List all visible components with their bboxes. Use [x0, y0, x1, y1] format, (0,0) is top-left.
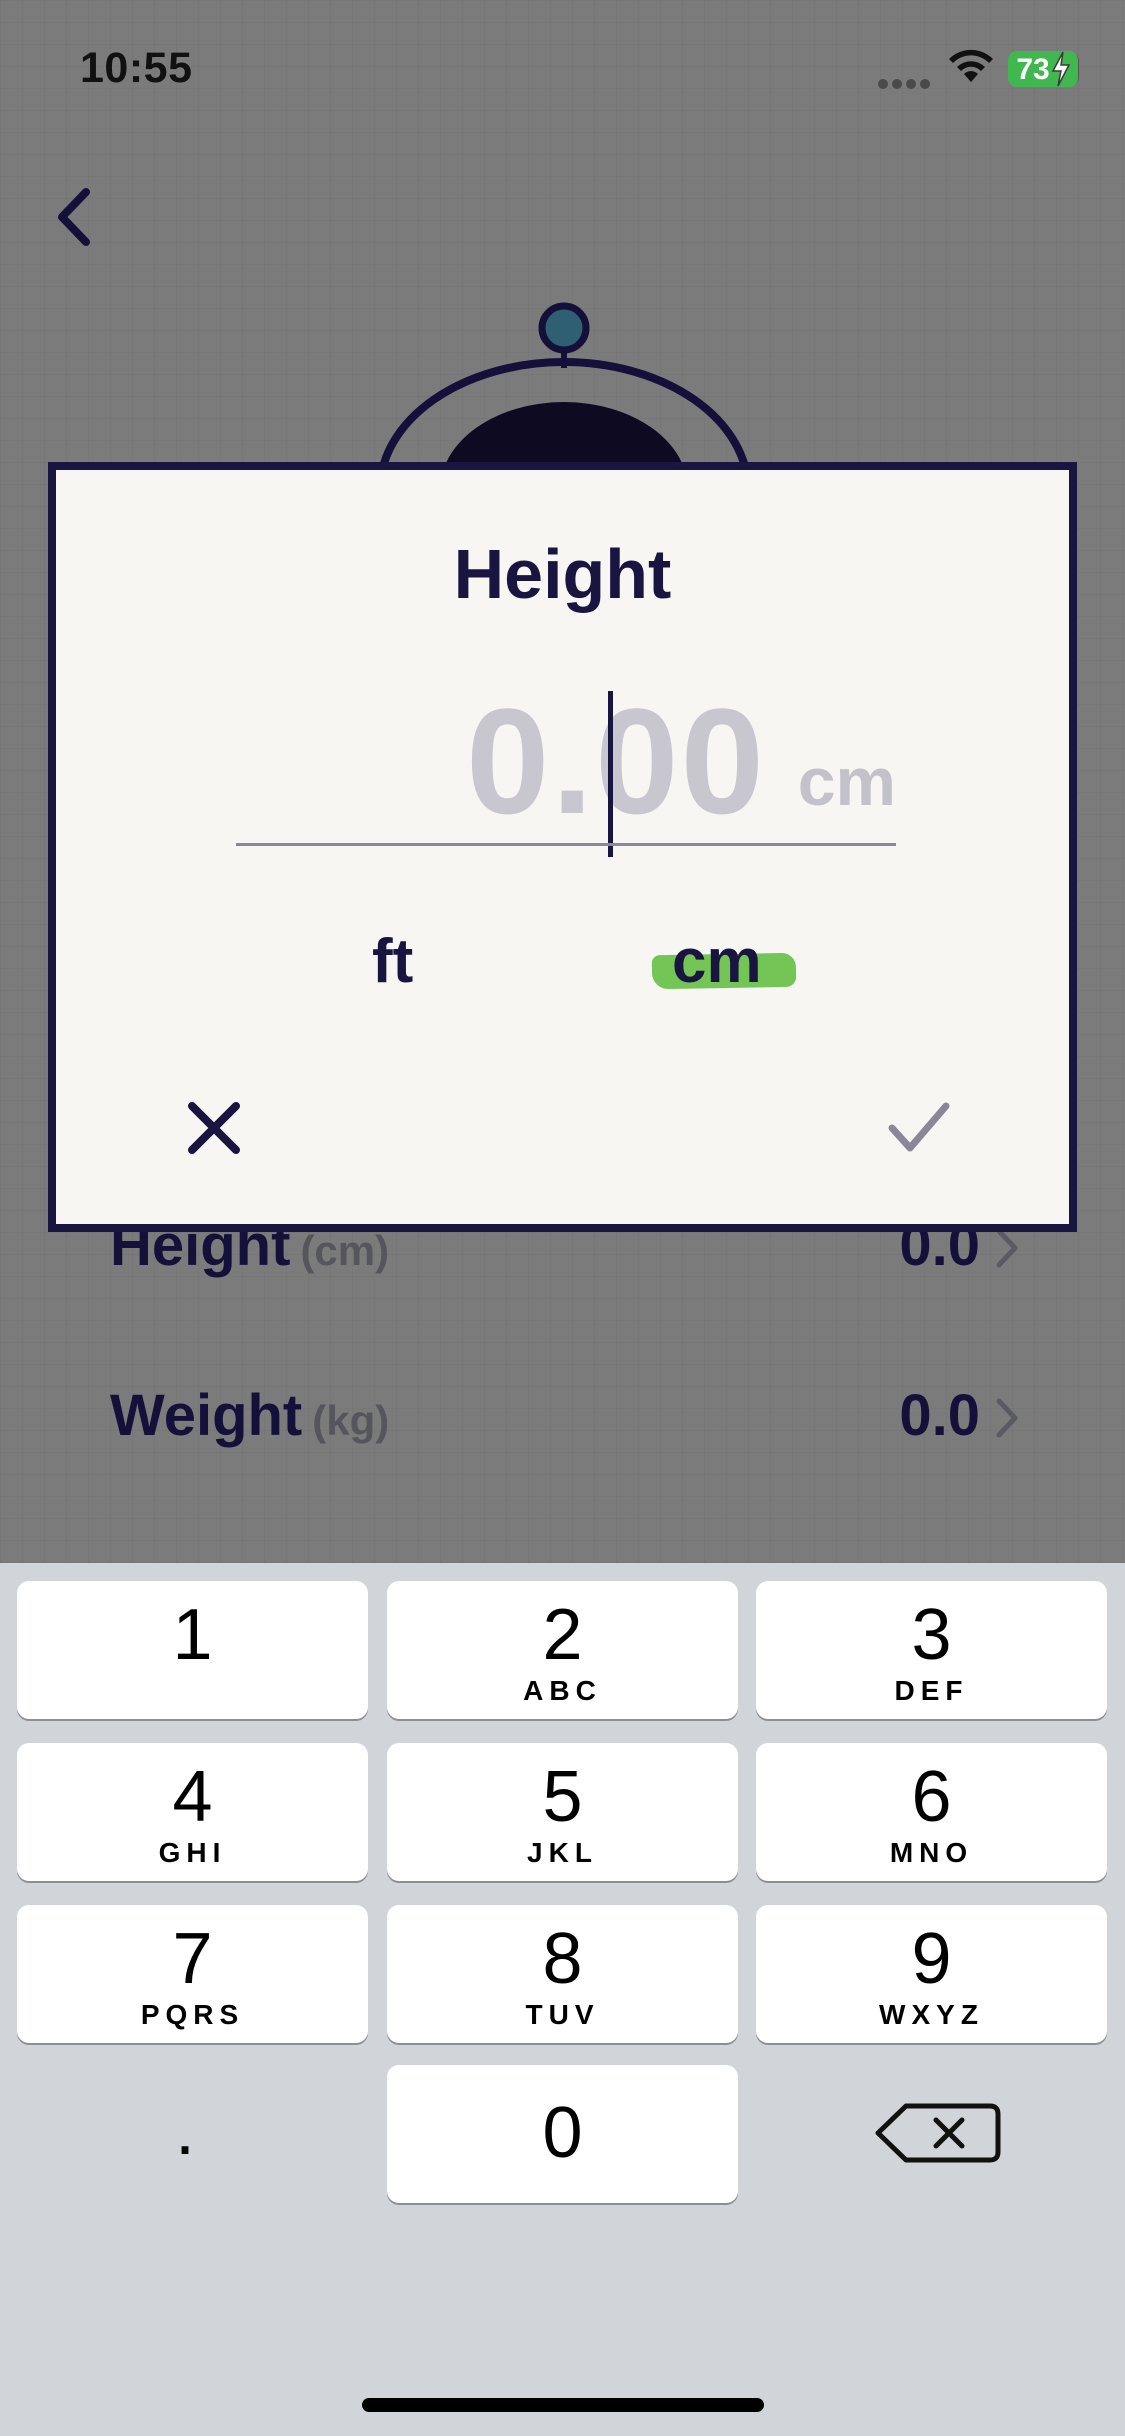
- input-unit-label: cm: [797, 744, 896, 820]
- weight-row-unit: (kg): [312, 1397, 390, 1444]
- key-digit: 5: [542, 1757, 583, 1837]
- key-3[interactable]: 3 DEF: [756, 1581, 1107, 1719]
- key-letters: JKL: [527, 1837, 598, 1868]
- key-digit: 2: [542, 1595, 583, 1675]
- weight-row-label: Weight (kg): [110, 1383, 390, 1448]
- height-value-placeholder: 0.00: [466, 677, 766, 845]
- wifi-icon: [949, 49, 993, 82]
- charging-bolt-icon: [1051, 51, 1071, 87]
- key-9[interactable]: 9 WXYZ: [756, 1905, 1107, 2043]
- key-digit: 4: [172, 1757, 213, 1837]
- key-0[interactable]: 0: [387, 2065, 738, 2203]
- checkmark-icon[interactable]: [886, 1098, 952, 1158]
- key-letters: TUV: [525, 1999, 600, 2030]
- close-icon[interactable]: [186, 1100, 242, 1156]
- key-digit: 8: [542, 1919, 583, 1999]
- key-1[interactable]: 1: [17, 1581, 368, 1719]
- weight-row[interactable]: Weight (kg) 0.0: [110, 1382, 1020, 1462]
- cellular-signal-icon: [878, 76, 934, 89]
- key-8[interactable]: 8 TUV: [387, 1905, 738, 2043]
- key-digit: 6: [911, 1757, 952, 1837]
- key-letters: ABC: [523, 1675, 602, 1706]
- key-letters: GHI: [158, 1837, 227, 1868]
- text-caret: [608, 691, 613, 857]
- key-letters: DEF: [894, 1675, 969, 1706]
- home-indicator: [362, 2398, 764, 2412]
- back-chevron-icon[interactable]: [48, 182, 108, 252]
- height-value-input[interactable]: 0.00 cm: [236, 675, 896, 857]
- key-digit: 1: [172, 1595, 213, 1675]
- key-letters: PQRS: [140, 1999, 245, 2030]
- key-digit: 7: [172, 1919, 213, 1999]
- chevron-right-icon: [996, 1228, 1018, 1268]
- key-digit: 9: [911, 1919, 952, 1999]
- status-bar: 10:55 73: [0, 0, 1125, 140]
- key-5[interactable]: 5 JKL: [387, 1743, 738, 1881]
- key-decimal[interactable]: .: [120, 2094, 250, 2200]
- unit-option-ft[interactable]: ft: [372, 926, 413, 997]
- key-digit: 3: [911, 1595, 952, 1675]
- height-row-unit: (cm): [300, 1227, 390, 1274]
- backspace-icon[interactable]: [870, 2098, 1010, 2168]
- dialog-title: Height: [453, 535, 672, 613]
- key-6[interactable]: 6 MNO: [756, 1743, 1107, 1881]
- key-letters: MNO: [889, 1837, 974, 1868]
- chevron-right-icon: [996, 1398, 1018, 1438]
- unit-option-cm[interactable]: cm: [672, 926, 762, 997]
- height-dialog: Height 0.00 cm ft cm: [48, 462, 1077, 1232]
- key-letters: WXYZ: [879, 1999, 984, 2030]
- status-time: 10:55: [80, 44, 193, 92]
- weight-row-value: 0.0: [899, 1383, 980, 1448]
- key-digit: 0: [542, 2093, 583, 2173]
- input-underline: [236, 843, 896, 846]
- key-4[interactable]: 4 GHI: [17, 1743, 368, 1881]
- key-2[interactable]: 2 ABC: [387, 1581, 738, 1719]
- scale-illustration: [376, 302, 752, 490]
- key-7[interactable]: 7 PQRS: [17, 1905, 368, 2043]
